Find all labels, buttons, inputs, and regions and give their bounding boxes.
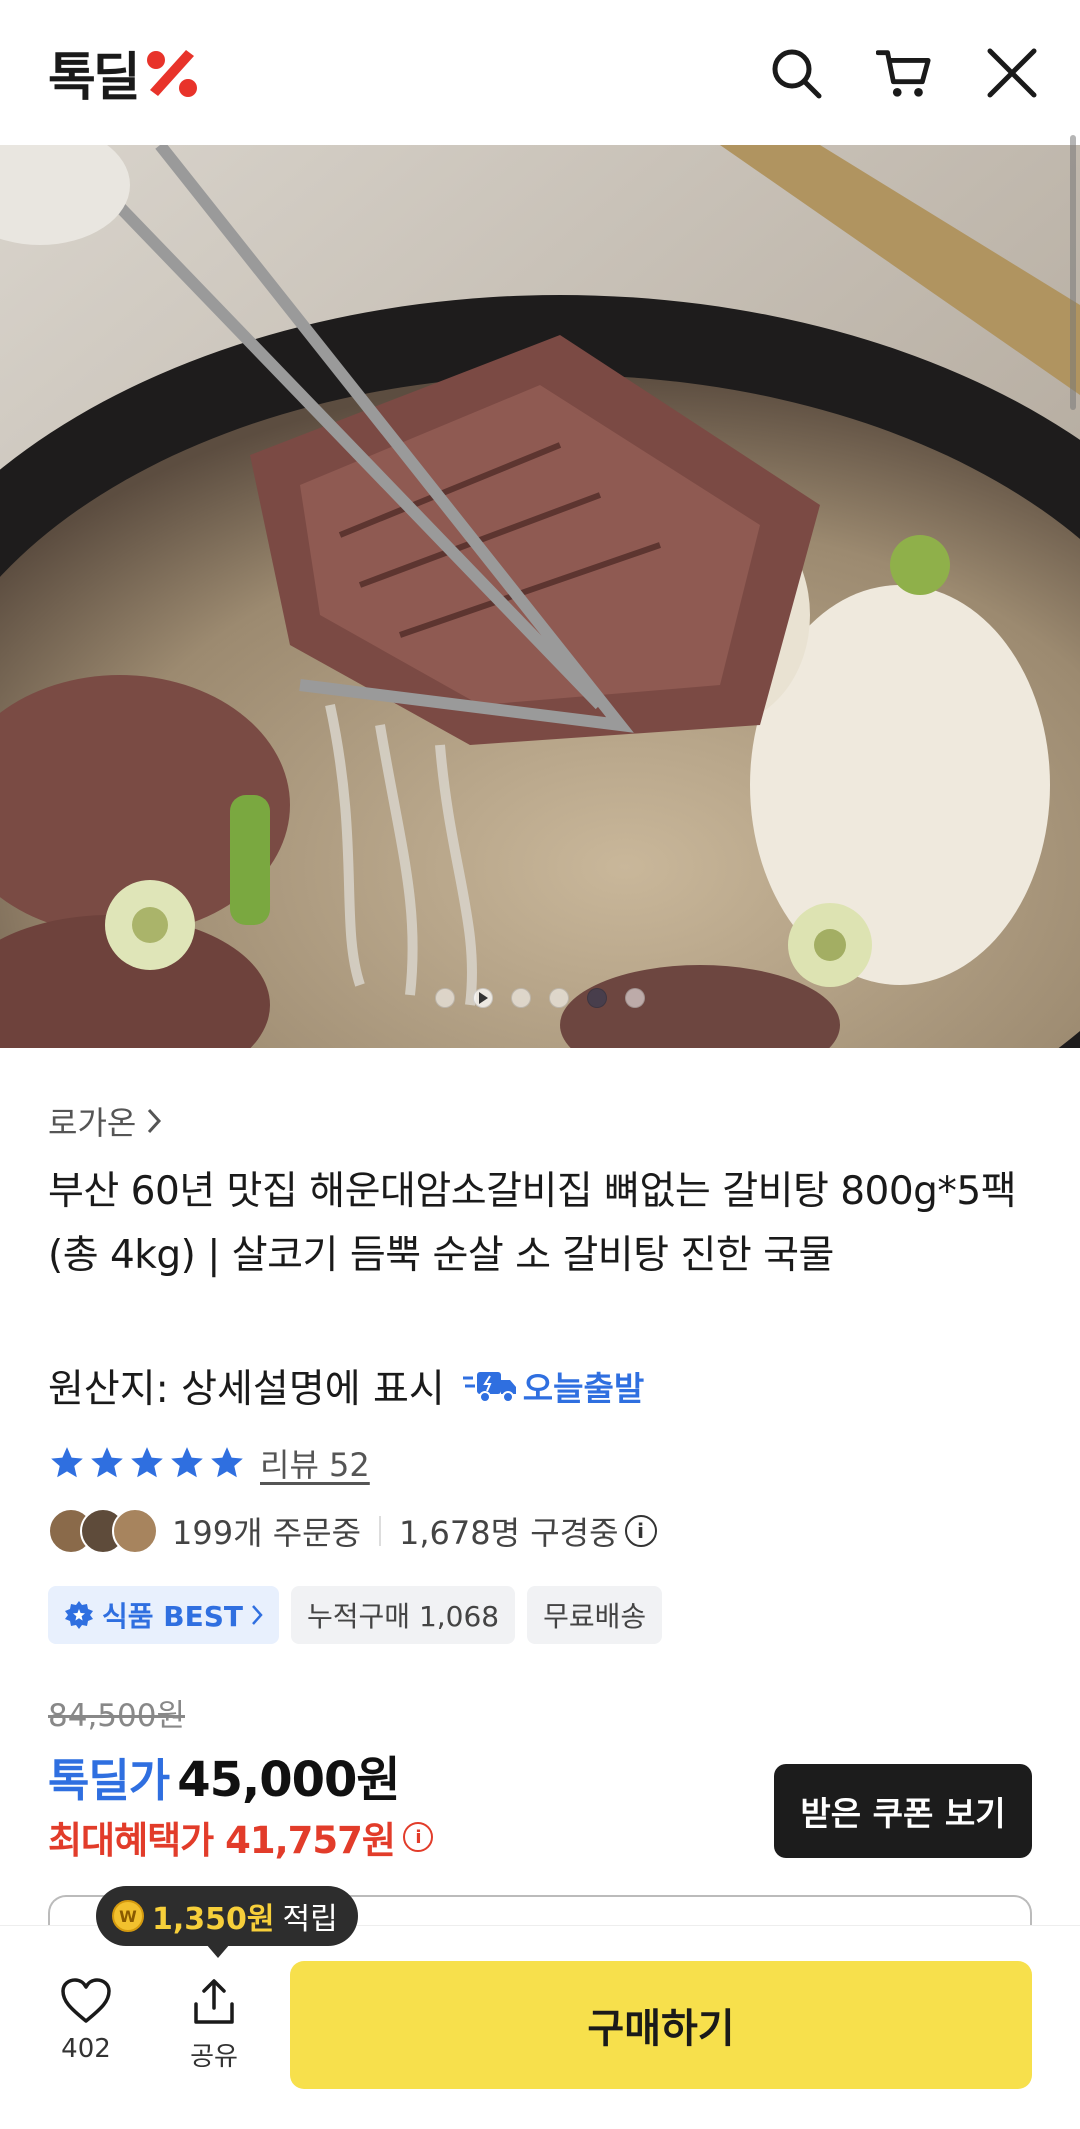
carousel-indicator: [0, 988, 1080, 1008]
star-icon: [131, 1447, 163, 1478]
orders-count: 199개 주문중: [172, 1514, 362, 1552]
scrollbar[interactable]: [1070, 135, 1076, 410]
carousel-dot[interactable]: [549, 988, 569, 1008]
points-amount: 1,350원: [152, 1902, 275, 1937]
avatar: [112, 1508, 158, 1554]
logo-text: 톡딜: [48, 48, 141, 108]
deal-price-row: 톡딜가 45,000원: [48, 1740, 401, 1810]
deal-price-label: 톡딜가: [48, 1754, 170, 1807]
star-icon: [51, 1447, 83, 1478]
info-icon[interactable]: i: [624, 1515, 657, 1547]
carousel-dot-active[interactable]: [587, 988, 607, 1008]
info-icon[interactable]: i: [402, 1822, 433, 1852]
product-tags: 식품 BEST 누적구매 1,068 무료배송: [48, 1586, 663, 1644]
origin-text: 원산지: 상세설명에 표시: [48, 1367, 445, 1412]
product-photo: [0, 145, 1080, 1048]
max-benefit-price: 최대혜택가 41,757원: [48, 1819, 396, 1862]
review-link[interactable]: 리뷰 52: [260, 1440, 370, 1486]
shipping-badge-label: 오늘출발: [522, 1369, 645, 1408]
product-page: 톡딜 로가온 부산 60년 맛집 해운대암소갈비집 뼈없는 갈비탕 800g*5…: [0, 0, 1080, 2129]
view-coupons-button[interactable]: 받은 쿠폰 보기: [774, 1764, 1032, 1858]
logo[interactable]: 톡딜: [48, 43, 198, 108]
heart-icon: [61, 1978, 111, 2023]
original-price: 84,500원: [48, 1698, 185, 1734]
product-title: 부산 60년 맛집 해운대암소갈비집 뼈없는 갈비탕 800g*5팩 (총 4k…: [48, 1169, 1017, 1278]
points-suffix: 적립: [282, 1902, 338, 1937]
buy-button[interactable]: 구매하기: [290, 1961, 1032, 2089]
delivery-truck-icon: [462, 1372, 516, 1403]
share-label: 공유: [190, 2042, 238, 2072]
carousel-play-icon[interactable]: [473, 988, 493, 1008]
tag-cumulative-purchases: 누적구매 1,068: [291, 1586, 516, 1644]
rating-row: 리뷰 52: [48, 1440, 370, 1486]
points-tooltip: W 1,350원 적립: [96, 1886, 358, 1958]
buyer-avatars: [48, 1508, 158, 1554]
carousel-dot[interactable]: [625, 988, 645, 1008]
like-button[interactable]: 402: [48, 1978, 124, 2064]
coin-icon: W: [112, 1900, 144, 1932]
star-icon: [171, 1447, 203, 1478]
today-shipping-badge: 오늘출발: [462, 1362, 645, 1410]
deal-price: 45,000원: [177, 1752, 400, 1808]
star-icon: [91, 1447, 123, 1478]
share-icon: [194, 1979, 234, 2024]
chevron-right-icon: [148, 1108, 162, 1134]
origin-row: 원산지: 상세설명에 표시 오늘출발: [48, 1358, 644, 1414]
star-icon: [211, 1447, 243, 1478]
cart-icon[interactable]: [876, 45, 932, 101]
tag-label: 무료배송: [543, 1600, 647, 1633]
top-header: 톡딜: [0, 0, 1080, 145]
carousel-dot[interactable]: [435, 988, 455, 1008]
product-image-carousel[interactable]: [0, 145, 1080, 1048]
max-benefit-row: 최대혜택가 41,757원 i: [48, 1810, 433, 1864]
tag-label: 식품 BEST: [102, 1600, 244, 1633]
search-icon[interactable]: [768, 45, 824, 101]
tag-food-best[interactable]: 식품 BEST: [48, 1586, 280, 1644]
tag-label: 누적구매 1,068: [307, 1600, 500, 1633]
percent-logo-icon: [146, 49, 197, 97]
seller-name: 로가온: [48, 1104, 137, 1142]
buyers-row: 199개 주문중 1,678명 구경중 i: [48, 1508, 657, 1554]
viewers-count: 1,678명 구경중: [399, 1514, 619, 1552]
header-actions: [768, 45, 1040, 101]
tag-free-shipping: 무료배송: [527, 1586, 663, 1644]
seller-link[interactable]: 로가온: [48, 1098, 162, 1144]
chevron-right-icon: [252, 1605, 263, 1625]
share-button[interactable]: 공유: [176, 1978, 252, 2073]
divider: [379, 1516, 382, 1546]
badge-icon: [65, 1601, 93, 1629]
carousel-dot[interactable]: [511, 988, 531, 1008]
like-count: 402: [61, 2034, 111, 2064]
close-icon[interactable]: [984, 45, 1040, 101]
bottom-action-bar: 402 공유 구매하기: [0, 1925, 1080, 2129]
